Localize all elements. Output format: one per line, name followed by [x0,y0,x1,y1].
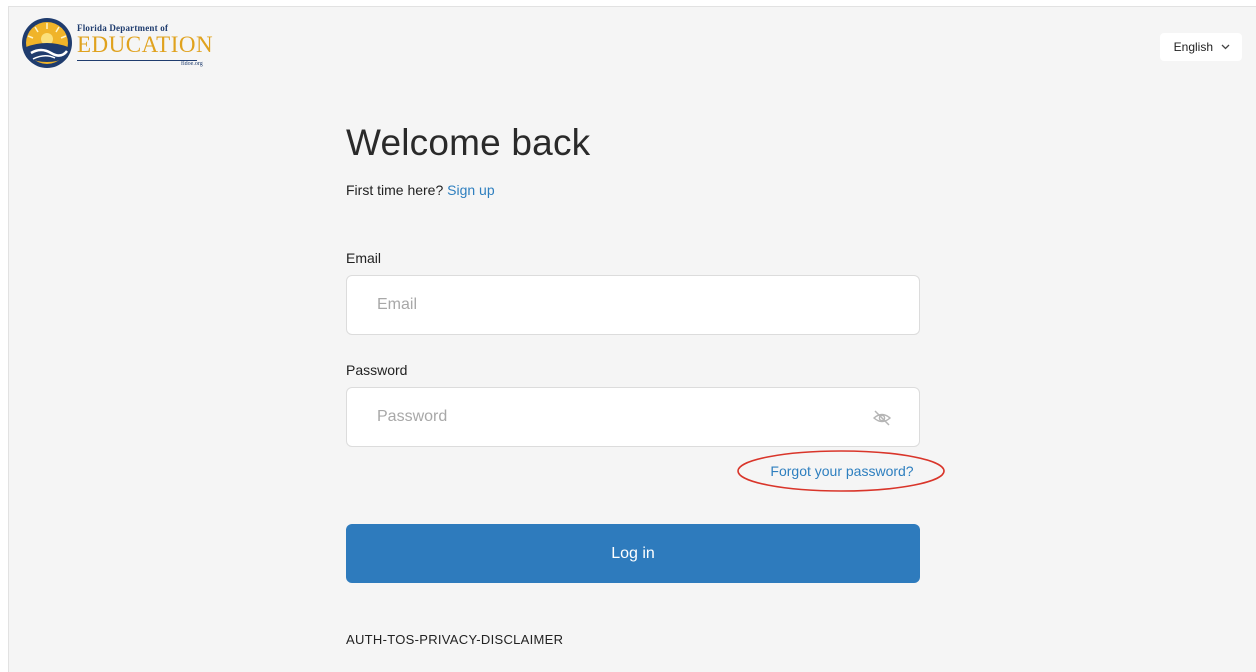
login-page: Florida Department of EDUCATION fldoe.or… [8,6,1256,672]
disclaimer-text: AUTH-TOS-PRIVACY-DISCLAIMER [346,632,564,647]
language-select-value: English [1173,40,1213,54]
email-field-wrapper [346,275,920,335]
language-select[interactable]: English [1159,33,1242,61]
eye-slash-icon[interactable] [871,407,893,429]
email-field[interactable] [347,276,857,334]
florida-seal-icon [22,18,72,68]
page-title: Welcome back [346,122,591,163]
signup-prompt: First time here? [346,182,444,198]
logo-url: fldoe.org [181,61,203,67]
signup-link[interactable]: Sign up [447,182,494,198]
password-field[interactable] [347,388,857,446]
password-label: Password [346,362,408,378]
chevron-down-icon [1221,42,1230,52]
email-label: Email [346,250,382,266]
forgot-password-link[interactable]: Forgot your password? [733,447,951,495]
password-field-wrapper [346,387,920,447]
signup-row: First time here? Sign up [346,182,495,198]
login-button[interactable]: Log in [346,524,920,583]
fldoe-logo[interactable]: Florida Department of EDUCATION fldoe.or… [21,17,214,73]
forgot-password-area: Forgot your password? [733,447,951,495]
logo-divider [77,60,197,61]
logo-text-main: EDUCATION [77,32,214,57]
